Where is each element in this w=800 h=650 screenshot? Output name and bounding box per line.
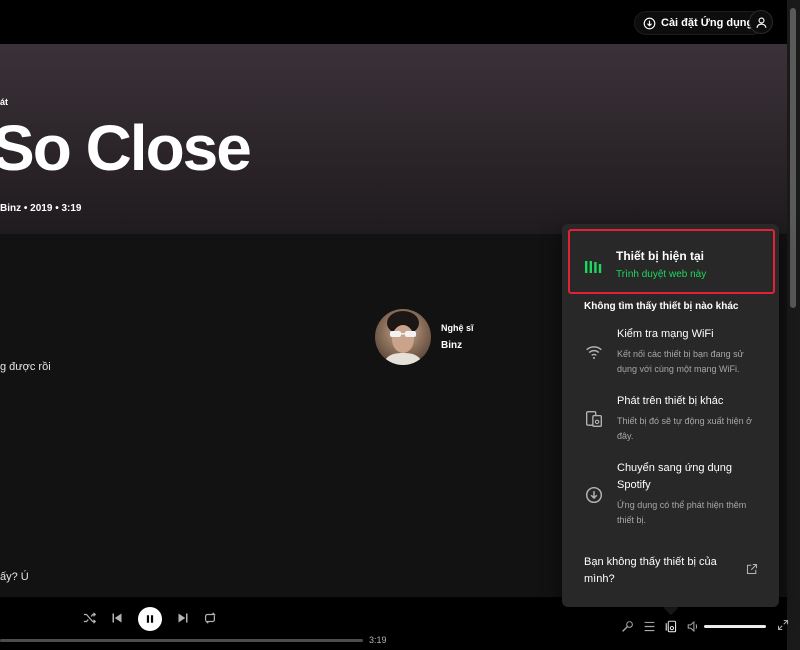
pause-button[interactable]	[138, 607, 162, 631]
current-device-subtitle: Trình duyệt web này	[616, 269, 707, 280]
devices-icon	[586, 411, 602, 427]
repeat-icon	[205, 612, 216, 624]
user-icon	[755, 16, 767, 28]
connect-device-button[interactable]	[664, 619, 678, 633]
device-help-desc: Thiết bị đó sẽ tự động xuất hiện ở đây.	[617, 416, 753, 441]
pause-icon	[146, 615, 154, 623]
track-meta: Binz • 2019 • 3:19	[0, 203, 82, 214]
lyrics-line: g được rồi	[0, 361, 51, 373]
artist-name[interactable]: Binz	[441, 340, 462, 351]
no-devices-heading: Không tìm thấy thiết bị nào khác	[584, 301, 739, 312]
install-app-button[interactable]: Cài đặt Ứng dụng	[634, 11, 765, 35]
previous-button[interactable]	[110, 611, 124, 625]
download-circle-icon	[585, 486, 603, 504]
previous-icon	[112, 613, 122, 623]
connect-device-icon	[665, 620, 676, 632]
microphone-icon	[621, 620, 633, 632]
fullscreen-icon	[777, 619, 789, 631]
device-help-title[interactable]: Chuyển sang ứng dụng Spotify	[617, 460, 757, 494]
scrollbar-thumb[interactable]	[790, 8, 796, 308]
equalizer-icon	[585, 261, 602, 273]
device-help-link[interactable]: Bạn không thấy thiết bị của mình?	[584, 554, 734, 588]
next-button[interactable]	[176, 611, 190, 625]
artist-label: Nghệ sĩ	[441, 323, 474, 333]
device-help-desc: Ứng dụng có thể phát hiện thêm thiết bị.	[617, 500, 747, 525]
device-help-title: Kiểm tra mạng WiFi	[617, 328, 714, 340]
current-device-title: Thiết bị hiện tại	[616, 249, 705, 263]
device-help-title: Phát trên thiết bị khác	[617, 395, 724, 407]
repeat-button[interactable]	[203, 611, 217, 625]
lyrics-line: ấy? Ú	[0, 571, 29, 583]
playback-progress-bar[interactable]	[0, 639, 363, 642]
user-menu-button[interactable]	[749, 10, 773, 34]
track-duration: 3:19	[369, 635, 387, 645]
wifi-icon	[586, 346, 602, 359]
volume-icon	[687, 620, 697, 632]
artist-avatar[interactable]	[375, 309, 431, 365]
queue-icon	[644, 621, 654, 631]
next-icon	[178, 613, 188, 623]
device-help-desc: Kết nối các thiết bị bạn đang sử dụng vớ…	[617, 349, 744, 374]
install-app-label: Cài đặt Ứng dụng	[661, 17, 754, 29]
shuffle-button[interactable]	[83, 611, 97, 625]
volume-slider[interactable]	[704, 625, 766, 628]
queue-button[interactable]	[642, 619, 656, 633]
shuffle-icon	[83, 612, 97, 624]
external-link-icon[interactable]	[746, 563, 758, 575]
track-title: So Close	[0, 112, 252, 184]
volume-button[interactable]	[686, 619, 700, 633]
lyrics-button[interactable]	[620, 619, 634, 633]
artist-photo	[383, 311, 423, 365]
track-type-label: át	[0, 97, 9, 107]
download-circle-icon	[643, 17, 656, 29]
fullscreen-button[interactable]	[776, 618, 790, 632]
